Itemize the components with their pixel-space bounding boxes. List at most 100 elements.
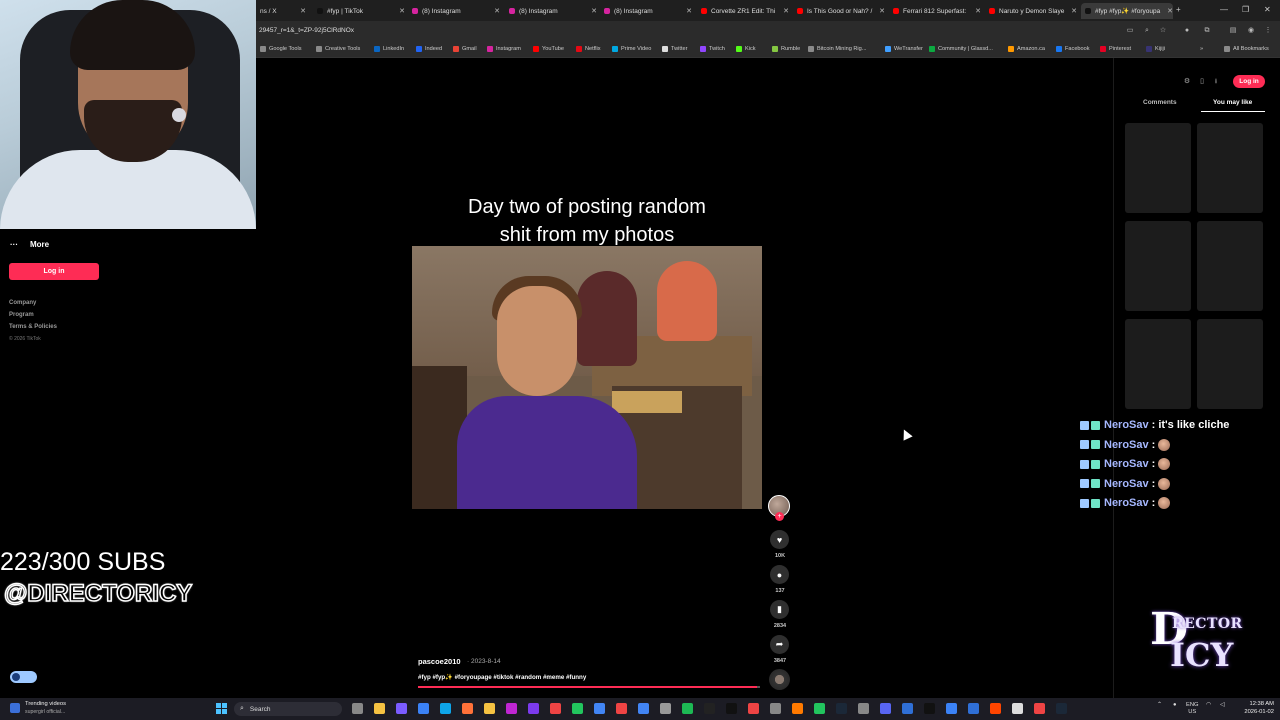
bookmark-icon[interactable]: ▮ bbox=[770, 600, 789, 619]
tab-close-icon[interactable]: ✕ bbox=[879, 7, 885, 15]
bookmark-item[interactable]: YouTube bbox=[533, 46, 564, 52]
taskbar-app-icon[interactable] bbox=[704, 703, 715, 714]
minimize-icon[interactable]: — bbox=[1220, 5, 1228, 14]
taskbar-search[interactable]: ⌕ Search bbox=[234, 702, 342, 716]
taskbar-app-icon[interactable] bbox=[1012, 703, 1023, 714]
taskbar-app-icon[interactable] bbox=[528, 703, 539, 714]
browser-tab[interactable]: (8) Instagram ✕ bbox=[505, 3, 597, 19]
tab-close-icon[interactable]: ✕ bbox=[300, 7, 306, 15]
new-tab-button[interactable]: + bbox=[1176, 5, 1181, 14]
overlay-toggle[interactable] bbox=[10, 671, 37, 683]
windows-start-icon[interactable] bbox=[216, 703, 227, 714]
share-arrow-icon[interactable]: ➦ bbox=[770, 635, 789, 654]
browser-tab[interactable]: #fyp #fyp✨ #foryoupa ✕ bbox=[1081, 3, 1173, 19]
bookmark-item[interactable]: Google Tools bbox=[260, 46, 302, 52]
bookmark-item[interactable]: Kijiji bbox=[1146, 46, 1165, 52]
tray-chevron-icon[interactable]: ⌃ bbox=[1157, 702, 1162, 709]
browser-tab[interactable]: Ferrari 812 Superfast: ✕ bbox=[889, 3, 981, 19]
sidebar-login-button[interactable]: Log in bbox=[9, 263, 99, 280]
maximize-icon[interactable]: ❐ bbox=[1242, 5, 1249, 14]
video-player[interactable] bbox=[412, 246, 762, 509]
suggested-video-thumb[interactable] bbox=[1197, 319, 1263, 409]
taskbar-app-icon[interactable] bbox=[880, 703, 891, 714]
bookmarks-overflow-icon[interactable]: » bbox=[1200, 46, 1203, 52]
video-author[interactable]: pascoe2010 bbox=[418, 657, 461, 666]
bookmark-item[interactable]: Bitcoin Mining Rig... bbox=[808, 46, 866, 52]
taskbar-app-icon[interactable] bbox=[1056, 703, 1067, 714]
download-icon[interactable]: ⭳ bbox=[1211, 77, 1221, 87]
taskbar-app-icon[interactable] bbox=[1034, 703, 1045, 714]
bookmark-item[interactable]: Netflix bbox=[576, 46, 601, 52]
bookmark-item[interactable]: Amazon.ca bbox=[1008, 46, 1045, 52]
browser-tab[interactable]: (8) Instagram ✕ bbox=[600, 3, 692, 19]
taskbar-app-icon[interactable] bbox=[990, 703, 1001, 714]
bookmark-item[interactable]: Twitter bbox=[662, 46, 687, 52]
tab-close-icon[interactable]: ✕ bbox=[975, 7, 981, 15]
cast-icon[interactable]: ▭ bbox=[1126, 27, 1134, 35]
taskbar-app-icon[interactable] bbox=[616, 703, 627, 714]
taskbar-app-icon[interactable] bbox=[836, 703, 847, 714]
taskbar-app-icon[interactable] bbox=[396, 703, 407, 714]
more-menu-item[interactable]: ··· More bbox=[10, 240, 49, 249]
bookmark-item[interactable]: Prime Video bbox=[612, 46, 651, 52]
bookmark-item[interactable]: Rumble bbox=[772, 46, 800, 52]
bookmark-item[interactable]: Twitch bbox=[700, 46, 725, 52]
taskbar-app-icon[interactable] bbox=[814, 703, 825, 714]
settings-icon[interactable]: ⚙ bbox=[1182, 77, 1192, 87]
browser-tab[interactable]: Is This Good or Nah? / ✕ bbox=[793, 3, 885, 19]
device-icon[interactable]: ▯ bbox=[1197, 77, 1207, 87]
suggested-video-thumb[interactable] bbox=[1125, 123, 1191, 213]
close-window-icon[interactable]: ✕ bbox=[1264, 5, 1271, 14]
taskbar-app-icon[interactable] bbox=[352, 703, 363, 714]
tab-you-may-like[interactable]: You may like bbox=[1213, 99, 1252, 106]
tab-close-icon[interactable]: ✕ bbox=[1071, 7, 1077, 15]
tab-comments[interactable]: Comments bbox=[1143, 99, 1177, 106]
music-disc-icon[interactable] bbox=[769, 669, 790, 690]
taskbar-app-icon[interactable] bbox=[572, 703, 583, 714]
bookmark-item[interactable]: Creative Tools bbox=[316, 46, 360, 52]
browser-menu-icon[interactable]: ⋮ bbox=[1264, 27, 1272, 35]
tab-close-icon[interactable]: ✕ bbox=[783, 7, 789, 15]
taskbar-app-icon[interactable] bbox=[902, 703, 913, 714]
volume-icon[interactable]: ◁ bbox=[1220, 702, 1224, 709]
url-text[interactable]: 29457_r=1&_t=ZP-92j5ClRdNOx bbox=[259, 27, 354, 34]
browser-tab[interactable]: (8) Instagram ✕ bbox=[408, 3, 500, 19]
browser-tab[interactable]: Corvette ZR1 Edit: Thi ✕ bbox=[697, 3, 789, 19]
taskbar-app-icon[interactable] bbox=[946, 703, 957, 714]
taskbar-app-icon[interactable] bbox=[770, 703, 781, 714]
footer-link-program[interactable]: Program bbox=[9, 312, 34, 318]
taskbar-app-icon[interactable] bbox=[506, 703, 517, 714]
tab-close-icon[interactable]: ✕ bbox=[494, 7, 500, 15]
bookmark-item[interactable]: Instagram bbox=[487, 46, 521, 52]
tab-close-icon[interactable]: ✕ bbox=[591, 7, 597, 15]
suggested-video-thumb[interactable] bbox=[1125, 319, 1191, 409]
follow-plus-icon[interactable]: + bbox=[775, 512, 784, 521]
taskbar-app-icon[interactable] bbox=[550, 703, 561, 714]
bookmark-item[interactable]: Community | Glassd... bbox=[929, 46, 993, 52]
bookmark-item[interactable]: LinkedIn bbox=[374, 46, 404, 52]
taskbar-app-icon[interactable] bbox=[682, 703, 693, 714]
taskbar-app-icon[interactable] bbox=[484, 703, 495, 714]
tab-close-icon[interactable]: ✕ bbox=[1167, 7, 1173, 15]
taskbar-app-icon[interactable] bbox=[924, 703, 935, 714]
taskbar-app-icon[interactable] bbox=[858, 703, 869, 714]
suggested-video-thumb[interactable] bbox=[1197, 221, 1263, 311]
bookmark-item[interactable]: Indeed bbox=[416, 46, 442, 52]
tray-mic-icon[interactable]: ● bbox=[1173, 702, 1177, 709]
taskbar-app-icon[interactable] bbox=[748, 703, 759, 714]
taskbar-app-icon[interactable] bbox=[792, 703, 803, 714]
taskbar-app-icon[interactable] bbox=[638, 703, 649, 714]
video-hashtags[interactable]: #fyp #fyp✨ #foryoupage #tiktok #random #… bbox=[418, 673, 586, 681]
side-panel-icon[interactable]: ▤ bbox=[1229, 27, 1237, 35]
taskbar-app-icon[interactable] bbox=[726, 703, 737, 714]
taskbar-app-icon[interactable] bbox=[418, 703, 429, 714]
footer-link-company[interactable]: Company bbox=[9, 300, 36, 306]
all-bookmarks-button[interactable]: All Bookmarks bbox=[1224, 46, 1269, 52]
bookmark-item[interactable]: Gmail bbox=[453, 46, 477, 52]
bookmark-item[interactable]: Facebook bbox=[1056, 46, 1090, 52]
news-widget-title[interactable]: Trending videos bbox=[25, 701, 66, 707]
bookmark-star-icon[interactable]: ☆ bbox=[1159, 27, 1167, 35]
zoom-icon[interactable]: ⌕ bbox=[1143, 27, 1151, 35]
bookmark-item[interactable]: WeTransfer bbox=[885, 46, 923, 52]
suggested-video-thumb[interactable] bbox=[1125, 221, 1191, 311]
